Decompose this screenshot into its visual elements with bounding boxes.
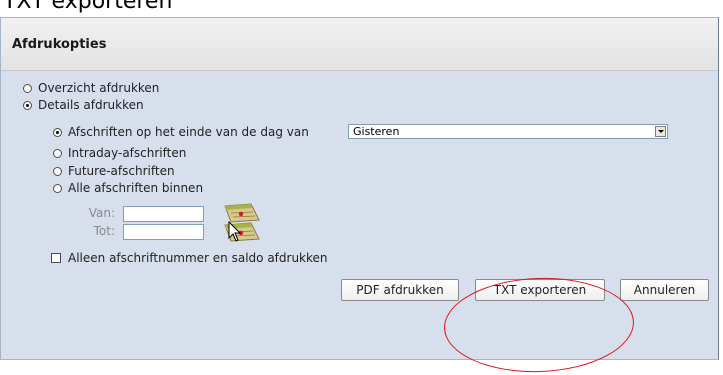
radio-button[interactable] [53,148,62,158]
radio-label: Afschriften op het einde van de dag van [68,125,309,139]
radio-button[interactable] [53,183,62,193]
radio-label: Overzicht afdrukken [38,81,160,95]
txt-export-button[interactable]: TXT exporteren [475,279,605,301]
radio-all-within[interactable]: Alle afschriften binnen [53,180,203,196]
radio-intraday[interactable]: Intraday-afschriften [53,145,186,161]
pdf-print-button[interactable]: PDF afdrukken [341,279,459,301]
radio-end-of-day[interactable]: Afschriften op het einde van de dag van [53,124,309,140]
day-select-value: Gisteren [353,125,400,138]
radio-label: Alle afschriften binnen [68,181,204,195]
to-date-input[interactable] [123,224,204,240]
radio-label: Details afdrukken [38,98,144,112]
radio-future[interactable]: Future-afschriften [53,163,175,179]
from-date-input[interactable] [123,206,204,222]
page-heading: TXT exporteren [3,0,173,14]
radio-label: Intraday-afschriften [68,146,187,160]
radio-button[interactable] [23,83,32,93]
to-label: Tot: [93,224,115,238]
radio-button[interactable] [53,166,62,176]
cancel-button[interactable]: Annuleren [620,279,709,301]
only-number-balance-checkbox[interactable] [51,253,61,263]
radio-button[interactable] [23,100,32,110]
radio-overview-print[interactable]: Overzicht afdrukken [23,80,159,96]
dialog-header: Afdrukopties [1,18,718,71]
radio-label: Future-afschriften [68,164,175,178]
from-label: Van: [88,206,115,220]
mouse-pointer-icon [228,221,242,242]
chevron-down-icon[interactable] [655,126,666,137]
radio-details-print[interactable]: Details afdrukken [23,97,144,113]
day-select[interactable]: Gisteren [348,124,668,139]
checkbox-label: Alleen afschriftnummer en saldo afdrukke… [68,251,328,265]
radio-button[interactable] [53,127,62,137]
only-number-balance-option[interactable]: Alleen afschriftnummer en saldo afdrukke… [51,250,328,266]
dialog-title: Afdrukopties [12,37,107,52]
